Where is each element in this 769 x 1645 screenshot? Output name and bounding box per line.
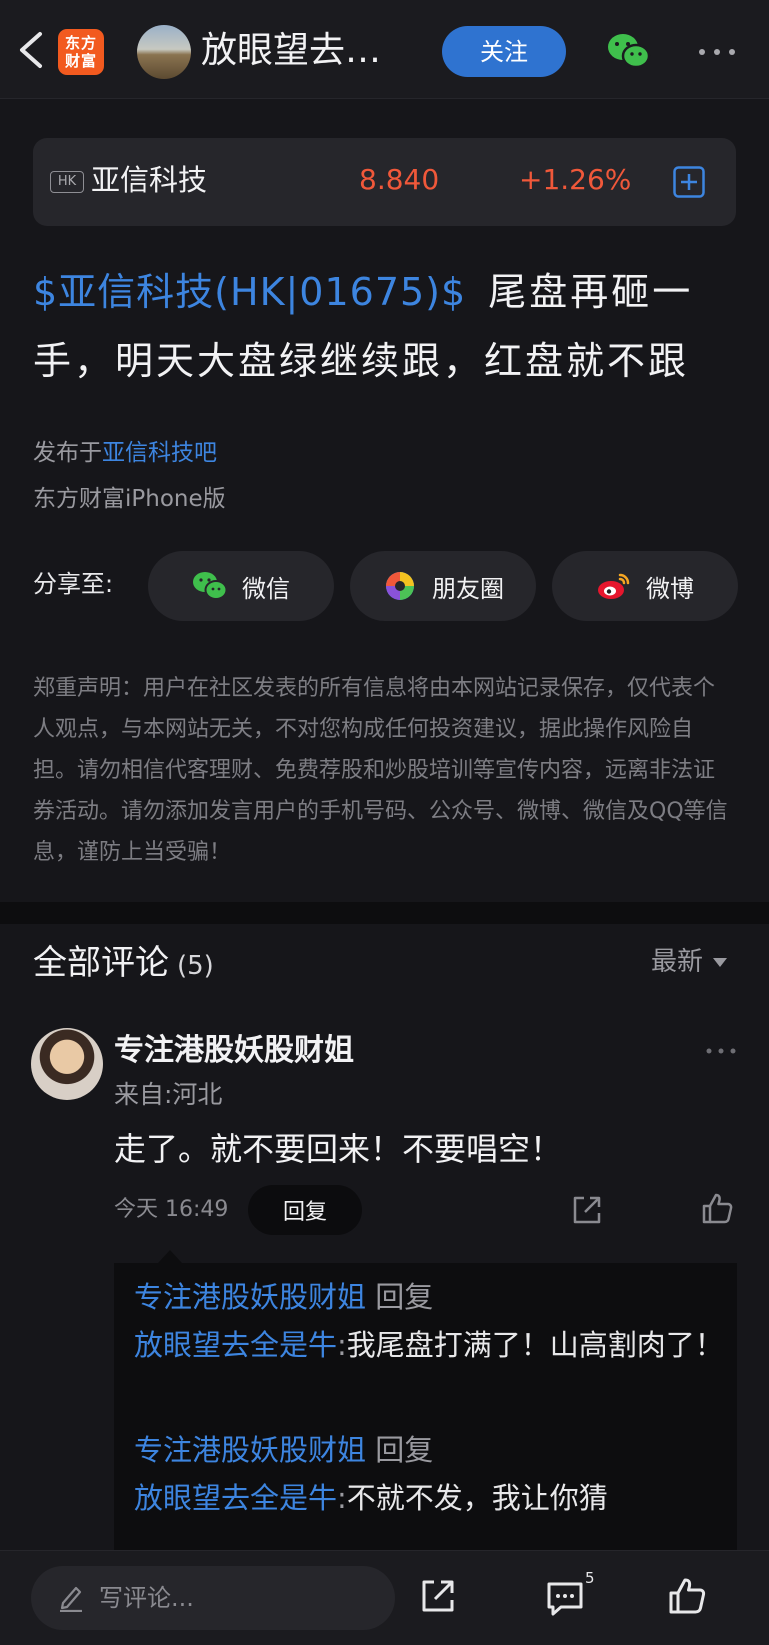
follow-button[interactable]: 关注 xyxy=(442,26,566,77)
share-moments-label: 朋友圈 xyxy=(432,574,504,603)
add-watchlist-icon[interactable] xyxy=(673,166,705,198)
share-weibo-button[interactable]: 微博 xyxy=(552,551,738,621)
reply-word: 回复 xyxy=(375,1433,434,1467)
comment-icon[interactable] xyxy=(545,1578,585,1618)
caret-down-icon xyxy=(713,958,728,967)
comments-count: (5) xyxy=(177,951,214,981)
share-label: 分享至: xyxy=(33,570,114,598)
like-icon[interactable] xyxy=(700,1192,734,1226)
forum-link[interactable]: 亚信科技吧 xyxy=(102,440,217,466)
disclaimer: 郑重声明：用户在社区发表的所有信息将由本网站记录保存，仅代表个人观点，与本网站无… xyxy=(33,676,728,865)
reply-word: 回复 xyxy=(375,1280,434,1314)
like-icon[interactable] xyxy=(667,1576,707,1616)
section-divider xyxy=(0,902,769,924)
top-bar: 东方财富 放眼望去全是牛 关注 xyxy=(0,0,769,99)
reply-button[interactable]: 回复 xyxy=(248,1185,362,1235)
weibo-icon xyxy=(598,573,630,599)
commenter-name[interactable]: 专注港股妖股财姐 xyxy=(114,1030,354,1072)
share-icon[interactable] xyxy=(418,1576,458,1616)
share-wechat-label: 微信 xyxy=(242,574,290,603)
comments-title: 全部评论 xyxy=(33,943,169,983)
post-content: $亚信科技(HK|01675)$ 尾盘再砸一手，明天大盘绿继续跟，红盘就不跟 xyxy=(33,258,745,396)
comment-text: 走了。就不要回来！不要唱空！ xyxy=(114,1130,563,1168)
market-badge: HK xyxy=(50,171,84,193)
comments-header: 全部评论 (5) xyxy=(33,940,214,989)
author-name[interactable]: 放眼望去全是牛 xyxy=(201,26,416,76)
stock-price: 8.840 xyxy=(359,163,440,196)
stock-tag-link[interactable]: $亚信科技(HK|01675)$ xyxy=(33,270,466,314)
reply-to-user[interactable]: 放眼望去全是牛 xyxy=(134,1328,337,1362)
stock-change: +1.26% xyxy=(519,163,632,196)
published-prefix: 发布于 xyxy=(33,440,102,466)
bottom-bar: 5 xyxy=(0,1550,769,1645)
comment-input[interactable] xyxy=(31,1566,395,1630)
stock-card[interactable]: HK 亚信科技 8.840 +1.26% xyxy=(33,138,736,226)
replies-box: 专注港股妖股财姐 回复 放眼望去全是牛:我尾盘打满了！山高割肉了！ 专注港股妖股… xyxy=(114,1263,737,1553)
sort-dropdown[interactable]: 最新 xyxy=(651,942,728,982)
pen-icon xyxy=(60,1586,82,1612)
back-icon[interactable] xyxy=(14,30,50,70)
post-source: 东方财富iPhone版 xyxy=(33,486,226,512)
comment-time: 今天 16:49 xyxy=(114,1197,229,1222)
share-wechat-button[interactable]: 微信 xyxy=(148,551,334,621)
published-in: 发布于亚信科技吧 xyxy=(33,436,217,470)
comment-more-icon[interactable] xyxy=(704,1044,738,1058)
wechat-icon[interactable] xyxy=(606,31,652,71)
reply-text: 我尾盘打满了！山高割肉了！ xyxy=(346,1328,724,1362)
sort-label: 最新 xyxy=(651,947,704,977)
reply-body[interactable]: 放眼望去全是牛:我尾盘打满了！山高割肉了！ xyxy=(134,1321,734,1370)
replies-pointer xyxy=(158,1250,182,1263)
app-logo: 东方财富 xyxy=(58,29,104,75)
moments-icon xyxy=(386,572,414,600)
reply-separator: : xyxy=(337,1481,347,1515)
share-weibo-label: 微博 xyxy=(646,574,694,603)
wechat-icon xyxy=(193,572,228,600)
stock-name: 亚信科技 xyxy=(91,163,208,197)
comment-count-badge: 5 xyxy=(585,1569,595,1587)
reply-to-user[interactable]: 放眼望去全是牛 xyxy=(134,1481,337,1515)
commenter-location: 来自:河北 xyxy=(114,1080,223,1109)
reply-header: 专注港股妖股财姐 回复 xyxy=(134,1426,734,1475)
author-avatar[interactable] xyxy=(137,25,191,79)
reply-text: 不就不发，我让你猜 xyxy=(346,1481,608,1515)
reply-body[interactable]: 放眼望去全是牛:不就不发，我让你猜 xyxy=(134,1474,734,1523)
reply-separator: : xyxy=(337,1328,347,1362)
share-moments-button[interactable]: 朋友圈 xyxy=(350,551,536,621)
share-icon[interactable] xyxy=(570,1193,604,1227)
reply-header: 专注港股妖股财姐 回复 xyxy=(134,1273,734,1322)
commenter-avatar[interactable] xyxy=(31,1028,103,1100)
more-icon[interactable] xyxy=(694,37,740,67)
reply-from-user[interactable]: 专注港股妖股财姐 xyxy=(134,1433,366,1467)
reply-from-user[interactable]: 专注港股妖股财姐 xyxy=(134,1280,366,1314)
